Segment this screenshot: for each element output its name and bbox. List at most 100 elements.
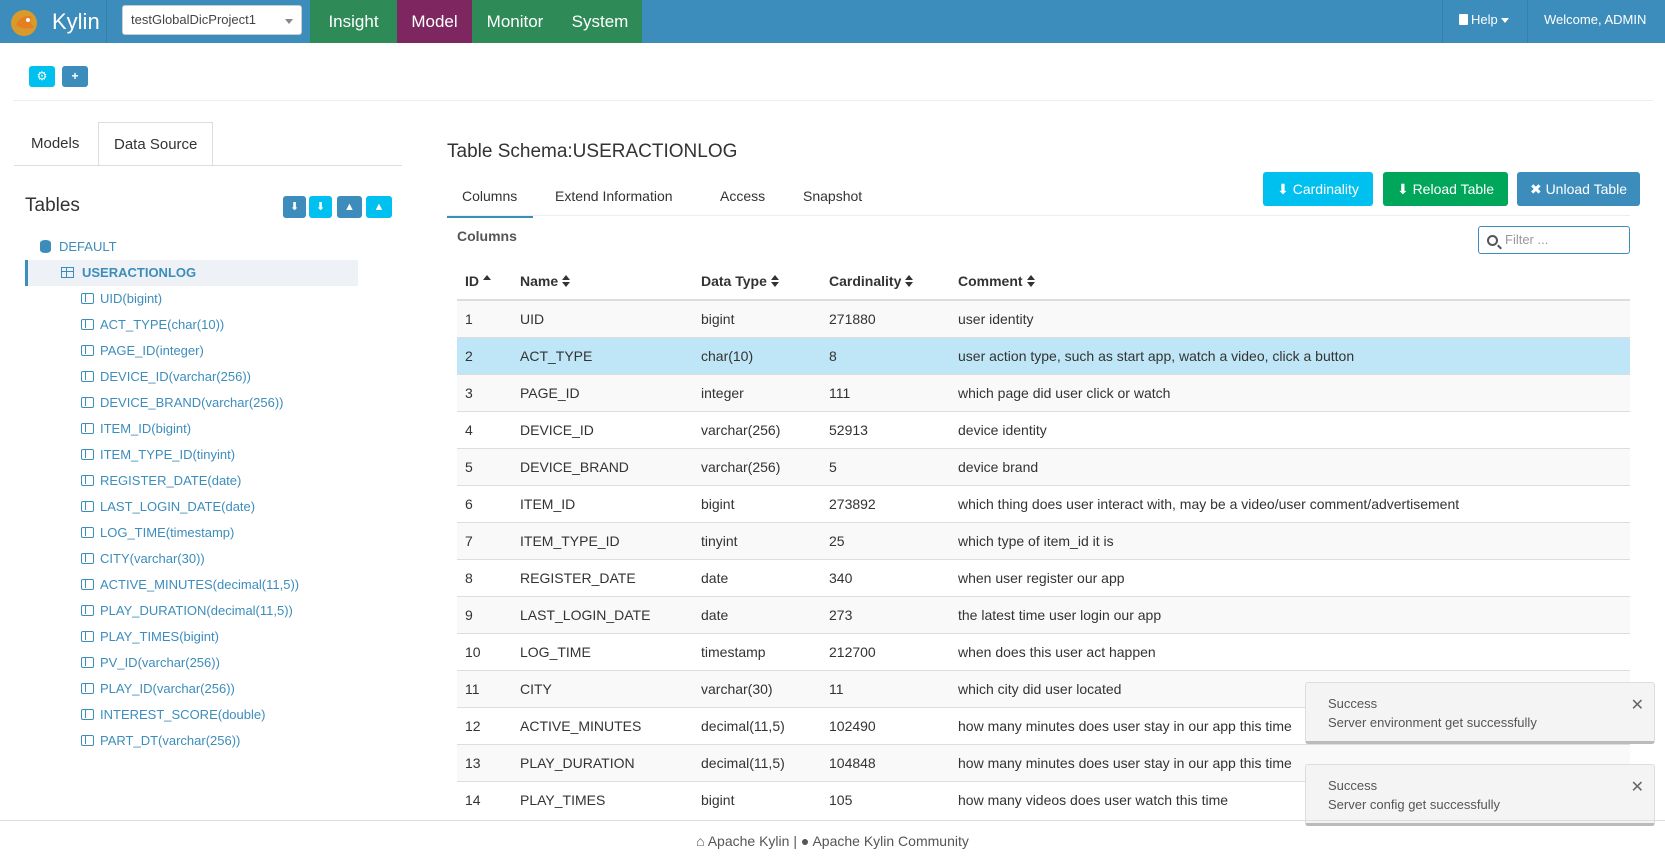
cell-name: DEVICE_ID (512, 410, 693, 448)
filter-input[interactable]: Filter ... (1478, 226, 1630, 254)
table-row[interactable]: 5 DEVICE_BRAND varchar(256) 5 device brand (457, 447, 1630, 485)
project-select[interactable]: testGlobalDicProject1 (122, 5, 302, 35)
tab-snapshot[interactable]: Snapshot (803, 180, 862, 218)
settings-button[interactable]: ⚙ (29, 66, 55, 87)
tree-column-item[interactable]: UID(bigint) (81, 287, 162, 311)
reload-label: Reload Table (1412, 181, 1495, 197)
column-icon (81, 553, 94, 564)
cell-name: REGISTER_DATE (512, 558, 693, 596)
tree-column-item[interactable]: DEVICE_BRAND(varchar(256)) (81, 391, 284, 415)
cell-id: 6 (457, 484, 512, 522)
table-row[interactable]: 10 LOG_TIME timestamp 212700 when does this … (457, 632, 1630, 670)
tree-column-item[interactable]: PART_DT(varchar(256)) (81, 729, 240, 753)
tree-database-default[interactable]: DEFAULT (40, 235, 117, 259)
cell-id: 11 (457, 669, 512, 707)
header-id[interactable]: ID (457, 263, 512, 301)
reload-table-button[interactable]: ⬇ Reload Table (1383, 172, 1508, 206)
tab-columns[interactable]: Columns (447, 180, 533, 218)
tab-access[interactable]: Access (720, 180, 765, 218)
footer-link-community[interactable]: Apache Kylin Community (812, 833, 968, 849)
table-row[interactable]: 8 REGISTER_DATE date 340 when user register … (457, 558, 1630, 596)
tree-column-item[interactable]: PAGE_ID(integer) (81, 339, 204, 363)
add-kafka-table-button[interactable]: ▲ (366, 196, 392, 218)
table-row[interactable]: 6 ITEM_ID bigint 273892 which thing does use… (457, 484, 1630, 522)
cell-data-type: integer (693, 373, 821, 411)
tab-data-source[interactable]: Data Source (98, 122, 214, 166)
tree-column-item[interactable]: PLAY_DURATION(decimal(11,5)) (81, 599, 293, 623)
tree-column-item[interactable]: DEVICE_ID(varchar(256)) (81, 365, 251, 389)
cell-comment: the latest time user login our app (950, 595, 1630, 633)
caret-down-icon (1547, 58, 1555, 64)
tab-extend-information[interactable]: Extend Information (555, 180, 673, 218)
table-label: USERACTIONLOG (82, 265, 197, 280)
header-name[interactable]: Name (512, 263, 693, 301)
add-streaming-table-button[interactable]: ▲ (337, 196, 362, 218)
download-icon: ⬇ (1277, 181, 1289, 197)
toast-notification: Success Server config get successfully ✕ (1305, 764, 1655, 826)
chevron-down-icon (285, 19, 293, 24)
tree-table-useractionlog[interactable]: USERACTIONLOG (61, 261, 196, 285)
cell-cardinality: 5 (821, 447, 950, 485)
cell-name: ACTIVE_MINUTES (512, 706, 693, 744)
add-button[interactable]: + (62, 66, 88, 87)
table-row[interactable]: 1 UID bigint 271880 user identity (457, 299, 1630, 337)
cell-name: ITEM_ID (512, 484, 693, 522)
cell-comment: device brand (950, 447, 1630, 485)
cell-cardinality: 273892 (821, 484, 950, 522)
nav-monitor[interactable]: Monitor (472, 0, 558, 43)
page-title: Table Schema:USERACTIONLOG (447, 141, 738, 162)
brand[interactable]: Kylin (0, 0, 107, 43)
tree-column-item[interactable]: ACTIVE_MINUTES(decimal(11,5)) (81, 573, 299, 597)
nav-model[interactable]: Model (397, 0, 472, 43)
close-icon[interactable]: ✕ (1631, 695, 1644, 715)
tree-column-item[interactable]: PLAY_TIMES(bigint) (81, 625, 219, 649)
nav-insight[interactable]: Insight (310, 0, 397, 43)
table-row[interactable]: 2 ACT_TYPE char(10) 8 user action type, such… (457, 336, 1630, 374)
header-comment[interactable]: Comment (950, 263, 1630, 301)
tree-column-label: PLAY_DURATION(decimal(11,5)) (100, 603, 293, 618)
header-cardinality[interactable]: Cardinality (821, 263, 950, 301)
tree-column-item[interactable]: ITEM_ID(bigint) (81, 417, 191, 441)
tree-column-item[interactable]: INTEREST_SCORE(double) (81, 703, 265, 727)
tree-column-item[interactable]: LOG_TIME(timestamp) (81, 521, 234, 545)
table-row[interactable]: 9 LAST_LOGIN_DATE date 273 the latest time u… (457, 595, 1630, 633)
table-row[interactable]: 4 DEVICE_ID varchar(256) 52913 device identi… (457, 410, 1630, 448)
cell-comment: user identity (950, 299, 1630, 337)
nav-system[interactable]: System (558, 0, 642, 43)
cell-id: 2 (457, 336, 512, 374)
cell-comment: user action type, such as start app, wat… (950, 336, 1630, 374)
help-menu[interactable]: Help (1442, 0, 1527, 43)
column-icon (81, 423, 94, 434)
tree-column-item[interactable]: LAST_LOGIN_DATE(date) (81, 495, 255, 519)
cell-id: 12 (457, 706, 512, 744)
load-table-from-tree-button[interactable]: ⬇ (309, 196, 332, 218)
user-menu[interactable]: Welcome, ADMIN (1527, 0, 1665, 64)
tree-column-item[interactable]: PV_ID(varchar(256)) (81, 651, 220, 675)
footer-link-kylin[interactable]: Apache Kylin (708, 833, 790, 849)
cell-cardinality: 102490 (821, 706, 950, 744)
cell-data-type: varchar(256) (693, 410, 821, 448)
tab-models[interactable]: Models (16, 122, 94, 166)
cardinality-button[interactable]: ⬇ Cardinality (1263, 172, 1373, 206)
cell-cardinality: 8 (821, 336, 950, 374)
download-icon: ⬇ (1396, 181, 1409, 197)
database-icon (40, 240, 51, 253)
tree-column-item[interactable]: REGISTER_DATE(date) (81, 469, 241, 493)
tree-column-item[interactable]: ACT_TYPE(char(10)) (81, 313, 224, 337)
tree-column-item[interactable]: PLAY_ID(varchar(256)) (81, 677, 235, 701)
cogs-icon: ⚙ (36, 69, 48, 83)
cell-comment: when user register our app (950, 558, 1630, 596)
top-navbar: Kylin testGlobalDicProject1 Insight Mode… (0, 0, 1665, 64)
close-icon[interactable]: ✕ (1631, 777, 1644, 797)
load-table-button[interactable]: ⬇ (283, 196, 306, 218)
tree-column-label: ACTIVE_MINUTES(decimal(11,5)) (100, 577, 300, 592)
tree-column-item[interactable]: CITY(varchar(30)) (81, 547, 205, 571)
header-data-type[interactable]: Data Type (693, 263, 821, 301)
column-icon (81, 371, 94, 382)
unload-table-button[interactable]: ✖ Unload Table (1517, 172, 1640, 206)
cell-name: ACT_TYPE (512, 336, 693, 374)
tree-column-item[interactable]: ITEM_TYPE_ID(tinyint) (81, 443, 235, 467)
toast-notification: Success Server environment get successfu… (1305, 682, 1655, 744)
table-row[interactable]: 3 PAGE_ID integer 111 which page did user cl… (457, 373, 1630, 411)
table-row[interactable]: 7 ITEM_TYPE_ID tinyint 25 which type of item… (457, 521, 1630, 559)
